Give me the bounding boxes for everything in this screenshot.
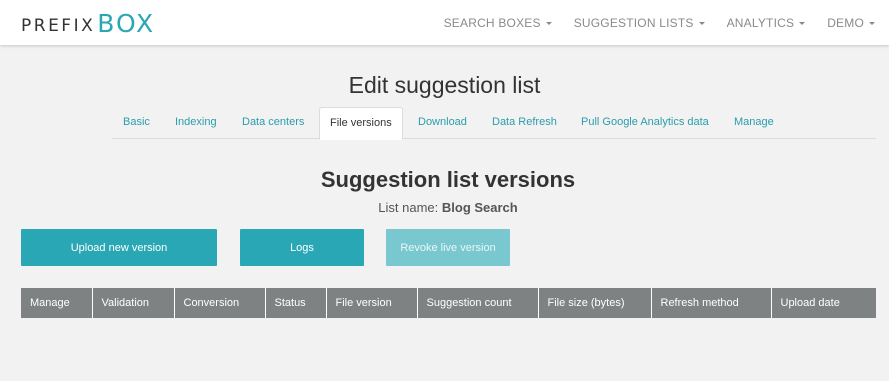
logo-prefix-text: PREFIX [21, 16, 96, 36]
prefixbox-logo[interactable]: PREFIX BOX [21, 9, 156, 38]
menu-demo-label: DEMO [827, 15, 864, 30]
col-conversion[interactable]: Conversion [174, 288, 266, 318]
caret-down-icon [869, 22, 875, 25]
tab-basic[interactable]: Basic [113, 107, 160, 139]
menu-search-boxes[interactable]: SEARCH BOXES [444, 16, 552, 30]
page-title: Edit suggestion list [348, 72, 541, 98]
list-name-value: Blog Search [441, 200, 518, 215]
col-refresh-method[interactable]: Refresh method [651, 288, 772, 318]
col-upload-date[interactable]: Upload date [771, 288, 876, 318]
col-status[interactable]: Status [265, 288, 327, 318]
top-navbar: PREFIX BOX SEARCH BOXES SUGGESTION LISTS… [0, 0, 889, 45]
table-header-row: Manage Validation Conversion Status File… [21, 288, 876, 318]
list-name: List name: Blog Search [0, 200, 889, 215]
tab-download[interactable]: Download [408, 107, 477, 139]
menu-suggestion-lists-label: SUGGESTION LISTS [573, 15, 694, 30]
menu-search-boxes-label: SEARCH BOXES [443, 15, 541, 30]
tab-file-versions[interactable]: File versions [319, 107, 403, 140]
list-name-label: List name: [378, 200, 439, 215]
edit-tabs: Basic Indexing Data centers File version… [112, 107, 876, 140]
col-suggestion-count[interactable]: Suggestion count [417, 288, 539, 318]
caret-down-icon [545, 22, 552, 25]
tab-indexing[interactable]: Indexing [165, 107, 227, 139]
main-menu: SEARCH BOXES SUGGESTION LISTS ANALYTICS … [422, 0, 875, 45]
tab-data-refresh[interactable]: Data Refresh [482, 107, 567, 139]
tab-pull-google-analytics[interactable]: Pull Google Analytics data [571, 107, 719, 139]
col-file-size[interactable]: File size (bytes) [538, 288, 652, 318]
menu-analytics-label: ANALYTICS [726, 15, 795, 30]
caret-down-icon [698, 22, 705, 25]
menu-analytics[interactable]: ANALYTICS [727, 16, 806, 30]
col-manage[interactable]: Manage [21, 288, 93, 318]
versions-table: Manage Validation Conversion Status File… [21, 288, 876, 318]
logs-button[interactable]: Logs [240, 229, 364, 266]
upload-new-version-button[interactable]: Upload new version [21, 229, 217, 266]
menu-demo[interactable]: DEMO [827, 16, 875, 30]
logo-box-text: BOX [97, 9, 156, 38]
tab-data-centers[interactable]: Data centers [232, 107, 314, 139]
tab-manage[interactable]: Manage [724, 107, 784, 139]
caret-down-icon [799, 22, 806, 25]
menu-suggestion-lists[interactable]: SUGGESTION LISTS [574, 16, 705, 30]
col-validation[interactable]: Validation [92, 288, 175, 318]
section-title: Suggestion list versions [320, 167, 576, 192]
revoke-live-version-button[interactable]: Revoke live version [386, 229, 510, 266]
col-file-version[interactable]: File version [326, 288, 418, 318]
